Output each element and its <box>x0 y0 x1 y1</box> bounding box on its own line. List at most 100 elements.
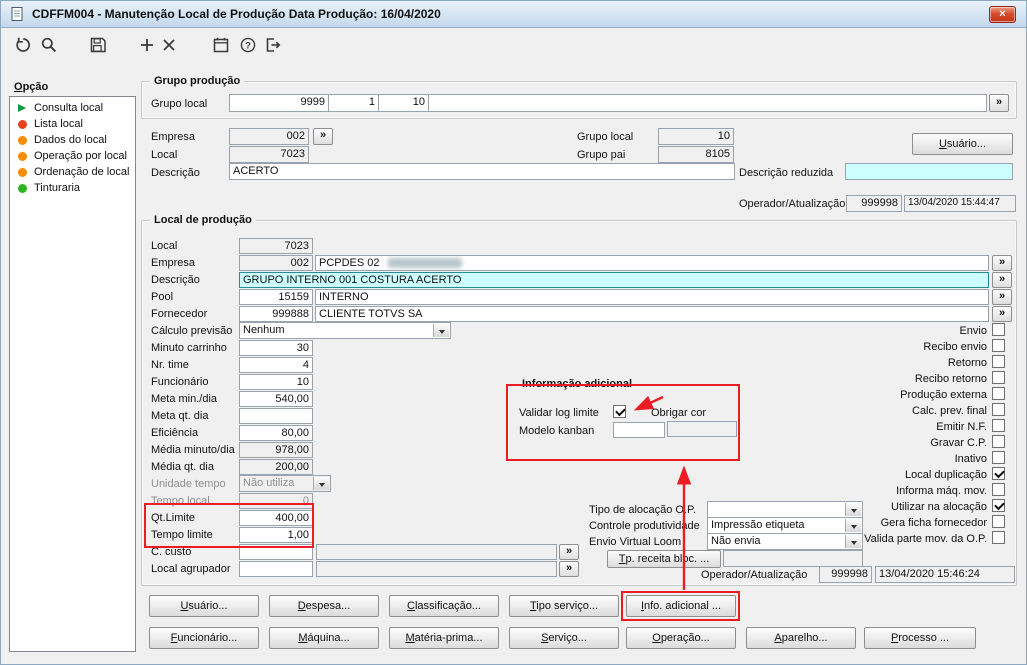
lp-tempo-limite-field[interactable]: 1,00 <box>239 527 313 543</box>
undo-icon[interactable] <box>14 36 34 56</box>
processo-button[interactable]: Processo ... <box>864 627 976 649</box>
envio-virtual-loom-select[interactable]: Não envia <box>707 533 863 550</box>
descricao-reduzida-label: Descrição reduzida <box>739 167 834 179</box>
grupo-local-field-4[interactable] <box>428 94 987 112</box>
classificacao-button[interactable]: Classificação... <box>389 595 499 617</box>
lp-empresa-label: Empresa <box>151 257 196 269</box>
lp-media-minuto-dia-label: Média minuto/dia <box>151 444 235 456</box>
descricao-reduzida-field[interactable] <box>845 163 1013 180</box>
lp-funcionario-field[interactable]: 10 <box>239 374 313 390</box>
local-producao-legend: Local de produção <box>150 214 256 227</box>
materia-prima-button[interactable]: Matéria-prima... <box>389 627 499 649</box>
checkbox-retorno[interactable] <box>992 355 1005 368</box>
sidebar-item-label: Lista local <box>34 118 83 130</box>
sidebar-item-lista-local[interactable]: Lista local <box>10 116 135 132</box>
usuario-button[interactable]: Usuário... <box>149 595 259 617</box>
checkbox-recibo-envio[interactable] <box>992 339 1005 352</box>
lp-descricao-field[interactable]: GRUPO INTERNO 001 COSTURA ACERTO <box>239 272 989 288</box>
lp-local-label: Local <box>151 240 178 252</box>
unidade-tempo-select: Não utiliza <box>239 475 331 492</box>
lp-eficiencia-label: Eficiência <box>151 427 199 439</box>
aparelho-button[interactable]: Aparelho... <box>746 627 856 649</box>
lp-tempo-local-field: 0 <box>239 493 313 509</box>
checkbox-local-duplicacao[interactable] <box>992 467 1005 480</box>
operador-bottom-label: Operador/Atualização <box>701 569 808 581</box>
title-bar: CDFFM004 - Manutenção Local de Produção … <box>1 1 1026 28</box>
lp-qt-limite-label: Qt.Limite <box>151 512 196 524</box>
delete-icon[interactable] <box>160 36 180 56</box>
lp-c-custo-zoom-button[interactable]: » <box>559 544 579 560</box>
label-emitir-nf: Emitir N.F. <box>936 421 987 433</box>
checkbox-gera-ficha-fornecedor[interactable] <box>992 515 1005 528</box>
operacao-button[interactable]: Operação... <box>626 627 736 649</box>
operador-header-field: 999998 <box>846 195 902 212</box>
checkbox-inativo[interactable] <box>992 451 1005 464</box>
help-icon[interactable]: ? <box>239 36 259 56</box>
grupo-local-field-2[interactable]: 1 <box>328 94 379 112</box>
search-icon[interactable] <box>40 36 60 56</box>
empresa-zoom-button[interactable]: » <box>313 128 333 145</box>
lp-qt-limite-field[interactable]: 400,00 <box>239 510 313 526</box>
lp-descricao-zoom-button[interactable]: » <box>992 272 1012 288</box>
sidebar-item-dados-do-local[interactable]: Dados do local <box>10 132 135 148</box>
checkbox-gravar-cp[interactable] <box>992 435 1005 448</box>
sidebar-item-label: Tinturaria <box>34 182 81 194</box>
modelo-kanban-field[interactable] <box>613 422 665 438</box>
label-retorno: Retorno <box>947 357 987 369</box>
lp-fornecedor-field[interactable]: 999888 <box>239 306 313 322</box>
lp-nr-time-field[interactable]: 4 <box>239 357 313 373</box>
sidebar-item-operacao-por-local[interactable]: Operação por local <box>10 148 135 164</box>
lp-minuto-carrinho-field[interactable]: 30 <box>239 340 313 356</box>
lp-local-agrupador-zoom-button[interactable]: » <box>559 561 579 577</box>
checkbox-informa-maq-mov[interactable] <box>992 483 1005 496</box>
validar-log-limite-checkbox[interactable] <box>613 405 626 418</box>
modelo-kanban-label: Modelo kanban <box>519 425 595 437</box>
tipo-alocacao-select[interactable] <box>707 501 863 518</box>
checkbox-recibo-retorno[interactable] <box>992 371 1005 384</box>
tp-receita-descricao-field <box>723 550 863 567</box>
servico-button[interactable]: Serviço... <box>509 627 619 649</box>
obrigar-cor-label: Obrigar cor <box>651 407 707 419</box>
checkbox-producao-externa[interactable] <box>992 387 1005 400</box>
lp-empresa-descricao-field: PCPDES 02 <box>315 255 989 271</box>
lp-meta-qt-dia-field[interactable] <box>239 408 313 424</box>
lp-pool-zoom-button[interactable]: » <box>992 289 1012 305</box>
lp-fornecedor-zoom-button[interactable]: » <box>992 306 1012 322</box>
tp-receita-bloc-button[interactable]: Tp. receita bloc. ... <box>607 550 721 568</box>
checkbox-utilizar-na-alocacao[interactable] <box>992 499 1005 512</box>
lp-c-custo-field[interactable] <box>239 544 313 560</box>
descricao-header-field[interactable]: ACERTO <box>229 163 735 180</box>
grupo-local-field-3[interactable]: 10 <box>378 94 429 112</box>
label-envio: Envio <box>959 325 987 337</box>
calculo-previsao-select[interactable]: Nenhum <box>239 322 451 339</box>
lp-meta-min-dia-field[interactable]: 540,00 <box>239 391 313 407</box>
lp-empresa-zoom-button[interactable]: » <box>992 255 1012 271</box>
despesa-button[interactable]: Despesa... <box>269 595 379 617</box>
checkbox-envio[interactable] <box>992 323 1005 336</box>
controle-produtividade-select[interactable]: Impressão etiqueta <box>707 517 863 534</box>
grupo-local-zoom-button[interactable]: » <box>989 94 1009 112</box>
grupo-local-field-1[interactable]: 9999 <box>229 94 329 112</box>
lp-pool-field[interactable]: 15159 <box>239 289 313 305</box>
sidebar-item-consulta-local[interactable]: Consulta local <box>10 100 135 116</box>
usuario-header-button[interactable]: Usuário... <box>912 133 1013 155</box>
empresa-label: Empresa <box>151 131 196 143</box>
lp-eficiencia-field[interactable]: 80,00 <box>239 425 313 441</box>
maquina-button[interactable]: Máquina... <box>269 627 379 649</box>
checkbox-valida-parte-mov-op[interactable] <box>992 531 1005 544</box>
lp-pool-descricao-field: INTERNO <box>315 289 989 305</box>
tipo-servico-button[interactable]: Tipo serviço... <box>509 595 619 617</box>
close-button[interactable]: × <box>989 6 1016 23</box>
lp-local-agrupador-field[interactable] <box>239 561 313 577</box>
sidebar-item-ordenacao-de-local[interactable]: Ordenação de local <box>10 164 135 180</box>
checkbox-emitir-nf[interactable] <box>992 419 1005 432</box>
sidebar-item-tinturaria[interactable]: Tinturaria <box>10 180 135 196</box>
exit-icon[interactable] <box>264 36 284 56</box>
calendar-icon[interactable] <box>212 36 232 56</box>
info-adicional-button[interactable]: Info. adicional ... <box>626 595 736 617</box>
lp-fornecedor-descricao-field: CLIENTE TOTVS SA <box>315 306 989 322</box>
checkbox-calc-prev-final[interactable] <box>992 403 1005 416</box>
funcionario-button[interactable]: Funcionário... <box>149 627 259 649</box>
save-icon[interactable] <box>89 36 109 56</box>
add-icon[interactable] <box>138 36 158 56</box>
